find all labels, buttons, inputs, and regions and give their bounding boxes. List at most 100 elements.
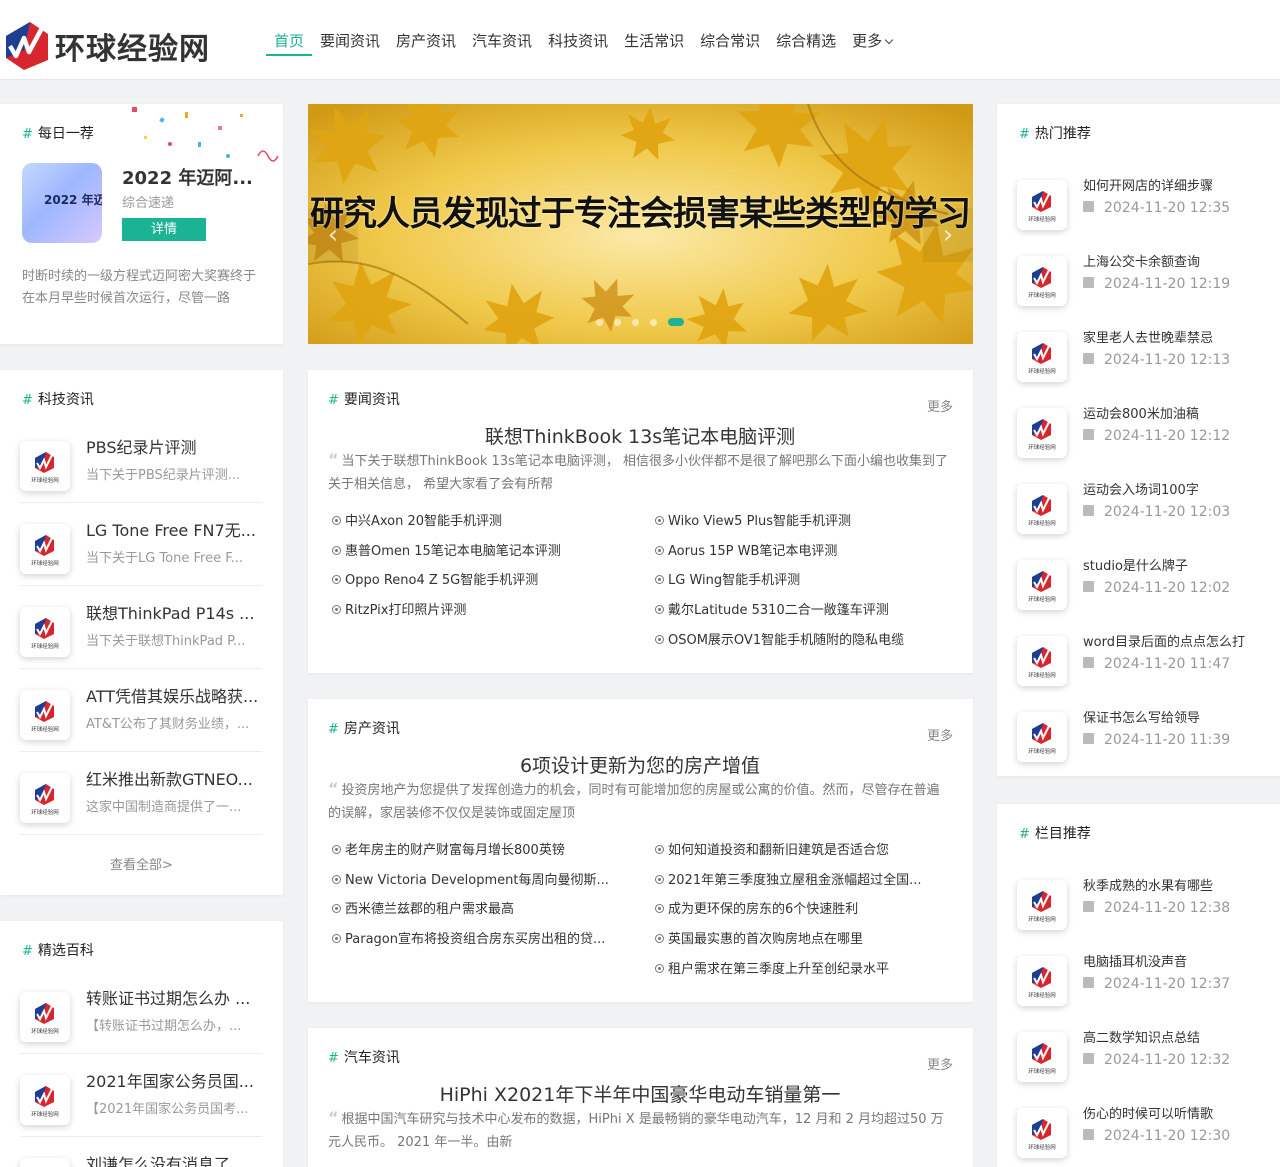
hot-list-item[interactable]: 环球经验网 家里老人去世晚辈禁忌 2024-11-20 12:13 [1017,314,1267,390]
hot-item-title[interactable]: studio是什么牌子 [1083,555,1267,574]
tech-item-title[interactable]: LG Tone Free FN7无... [86,517,262,541]
news-more-link[interactable]: 更多 [927,1054,953,1073]
news-link[interactable]: 英国最实惠的首次购房地点在哪里 [655,928,951,947]
column-list-item[interactable]: 环球经验网 秋季成熟的水果有哪些 2024-11-20 12:38 [1017,862,1267,938]
hero-banner[interactable]: 研究人员发现过于专注会损害某些类型的学习 ‹ › [308,104,973,344]
item-thumbnail[interactable]: 环球经验网 [1017,180,1067,230]
column-list-item[interactable]: 环球经验网 电脑插耳机没声音 2024-11-20 12:37 [1017,938,1267,1014]
news-link[interactable]: Aorus 15P WB笔记本电评测 [655,540,951,559]
news-link[interactable]: RitzPix打印照片评测 [332,599,628,618]
nav-tech[interactable]: 科技资讯 [540,30,616,56]
news-headline[interactable]: 联想ThinkBook 13s笔记本电脑评测 [328,422,952,449]
item-thumbnail[interactable]: 环球经验网 [20,524,70,574]
item-thumbnail[interactable]: 环球经验网 [1017,484,1067,534]
item-thumbnail[interactable]: 环球经验网 [1017,1032,1067,1082]
tech-list-item[interactable]: 环球经验网 联想ThinkPad P14s ... 当下关于联想ThinkPad P… [20,586,262,669]
tech-list-item[interactable]: 环球经验网 红米推出新款GTNEO... 这家中国制造商提供了一... [20,752,262,835]
news-link[interactable]: Paragon宣布将投资组合房东买房出租的贷... [332,928,628,947]
banner-dot-1[interactable] [596,318,603,326]
tech-item-title[interactable]: 红米推出新款GTNEO... [86,766,262,790]
nav-general[interactable]: 综合常识 [692,30,768,56]
banner-caption[interactable]: 研究人员发现过于专注会损害某些类型的学习 [310,186,971,235]
hot-list-item[interactable]: 环球经验网 保证书怎么写给领导 2024-11-20 11:39 [1017,694,1267,770]
news-link[interactable]: Oppo Reno4 Z 5G智能手机评测 [332,569,628,588]
item-thumbnail[interactable]: 环球经验网 [20,992,70,1042]
banner-dot-2[interactable] [614,318,621,326]
item-thumbnail[interactable]: 环球经验网 [1017,332,1067,382]
news-link[interactable]: 西米德兰兹郡的租户需求最高 [332,898,628,917]
tech-list-item[interactable]: 环球经验网 LG Tone Free FN7无... 当下关于LG Tone Fre… [20,503,262,586]
hot-item-title[interactable]: word目录后面的点点怎么打 [1083,631,1267,650]
hot-item-title[interactable]: 家里老人去世晚辈禁忌 [1083,327,1267,346]
news-link[interactable]: 租户需求在第三季度上升至创纪录水平 [655,958,951,977]
site-logo-text[interactable]: 环球经验网 [55,24,210,68]
news-link[interactable]: Wiko View5 Plus智能手机评测 [655,510,951,529]
news-link[interactable]: 成为更环保的房东的6个快速胜利 [655,898,951,917]
column-item-title[interactable]: 伤心的时候可以听情歌 [1083,1103,1267,1122]
news-link[interactable]: 惠普Omen 15笔记本电脑笔记本评测 [332,540,628,559]
banner-dot-5[interactable] [668,318,684,326]
item-thumbnail[interactable]: 环球经验网 [20,1075,70,1125]
hot-item-title[interactable]: 如何开网店的详细步骤 [1083,175,1267,194]
daily-pick-thumbnail[interactable]: 2022 年迈 [22,163,102,243]
news-link[interactable]: New Victoria Development每周向曼彻斯... [332,869,628,888]
banner-prev-arrow[interactable]: ‹ [308,208,358,262]
picks-item-title[interactable]: 刘谦怎么没有消息了 ... [86,1151,262,1167]
banner-dot-3[interactable] [632,318,639,326]
daily-pick-details-button[interactable]: 详情 [122,218,206,241]
nav-selected[interactable]: 综合精选 [768,30,844,56]
news-link[interactable]: 如何知道投资和翻新旧建筑是否适合您 [655,839,951,858]
picks-list-item[interactable]: 环球经验网 刘谦怎么没有消息了 ... [20,1137,262,1167]
column-list-item[interactable]: 环球经验网 高二数学知识点总结 2024-11-20 12:32 [1017,1014,1267,1090]
hot-item-title[interactable]: 运动会800米加油稿 [1083,403,1267,422]
column-item-title[interactable]: 高二数学知识点总结 [1083,1027,1267,1046]
daily-pick-name[interactable]: 2022 年迈阿... [122,164,262,190]
column-list-item[interactable]: 环球经验网 伤心的时候可以听情歌 2024-11-20 12:30 [1017,1090,1267,1166]
news-headline[interactable]: HiPhi X2021年下半年中国豪华电动车销量第一 [328,1080,952,1107]
hot-list-item[interactable]: 环球经验网 运动会800米加油稿 2024-11-20 12:12 [1017,390,1267,466]
item-thumbnail[interactable]: 环球经验网 [1017,256,1067,306]
hot-item-title[interactable]: 保证书怎么写给领导 [1083,707,1267,726]
nav-more[interactable]: 更多 [844,30,900,56]
logo-icon[interactable] [2,20,50,72]
hot-list-item[interactable]: 环球经验网 上海公交卡余额查询 2024-11-20 12:19 [1017,238,1267,314]
picks-item-title[interactable]: 转账证书过期怎么办 ... [86,985,262,1009]
news-headline[interactable]: 6项设计更新为您的房产增值 [328,751,952,778]
item-thumbnail[interactable]: 环球经验网 [1017,408,1067,458]
picks-item-title[interactable]: 2021年国家公务员国... [86,1068,262,1092]
column-item-title[interactable]: 秋季成熟的水果有哪些 [1083,875,1267,894]
news-link[interactable]: 2021年第三季度独立屋租金涨幅超过全国... [655,869,951,888]
hot-list-item[interactable]: 环球经验网 运动会入场词100字 2024-11-20 12:03 [1017,466,1267,542]
hot-list-item[interactable]: 环球经验网 studio是什么牌子 2024-11-20 12:02 [1017,542,1267,618]
news-more-link[interactable]: 更多 [927,396,953,415]
hot-item-title[interactable]: 运动会入场词100字 [1083,479,1267,498]
item-thumbnail[interactable]: 环球经验网 [20,1158,70,1167]
news-link[interactable]: 中兴Axon 20智能手机评测 [332,510,628,529]
column-item-title[interactable]: 电脑插耳机没声音 [1083,951,1267,970]
picks-list-item[interactable]: 环球经验网 2021年国家公务员国... 【2021年国家公务员国考... [20,1054,262,1137]
item-thumbnail[interactable]: 环球经验网 [1017,636,1067,686]
tech-list-item[interactable]: 环球经验网 PBS纪录片评测 当下关于PBS纪录片评测... [20,420,262,503]
news-link[interactable]: 戴尔Latitude 5310二合一敞篷车评测 [655,599,951,618]
nav-auto[interactable]: 汽车资讯 [464,30,540,56]
item-thumbnail[interactable]: 环球经验网 [1017,880,1067,930]
item-thumbnail[interactable]: 环球经验网 [20,773,70,823]
hot-list-item[interactable]: 环球经验网 如何开网店的详细步骤 2024-11-20 12:35 [1017,162,1267,238]
item-thumbnail[interactable]: 环球经验网 [1017,956,1067,1006]
item-thumbnail[interactable]: 环球经验网 [1017,560,1067,610]
banner-dot-4[interactable] [650,318,657,326]
news-link[interactable]: LG Wing智能手机评测 [655,569,951,588]
nav-life[interactable]: 生活常识 [616,30,692,56]
item-thumbnail[interactable]: 环球经验网 [1017,1108,1067,1158]
news-link[interactable]: 老年房主的财产财富每月增长800英镑 [332,839,628,858]
nav-home[interactable]: 首页 [266,30,313,56]
tech-item-title[interactable]: 联想ThinkPad P14s ... [86,600,262,624]
item-thumbnail[interactable]: 环球经验网 [20,607,70,657]
tech-item-title[interactable]: PBS纪录片评测 [86,434,262,458]
nav-news[interactable]: 要闻资讯 [312,30,388,56]
banner-next-arrow[interactable]: › [923,208,973,262]
item-thumbnail[interactable]: 环球经验网 [20,441,70,491]
nav-realestate[interactable]: 房产资讯 [388,30,464,56]
picks-list-item[interactable]: 环球经验网 转账证书过期怎么办 ... 【转账证书过期怎么办，... [20,971,262,1054]
tech-item-title[interactable]: ATT凭借其娱乐战略获... [86,683,262,707]
